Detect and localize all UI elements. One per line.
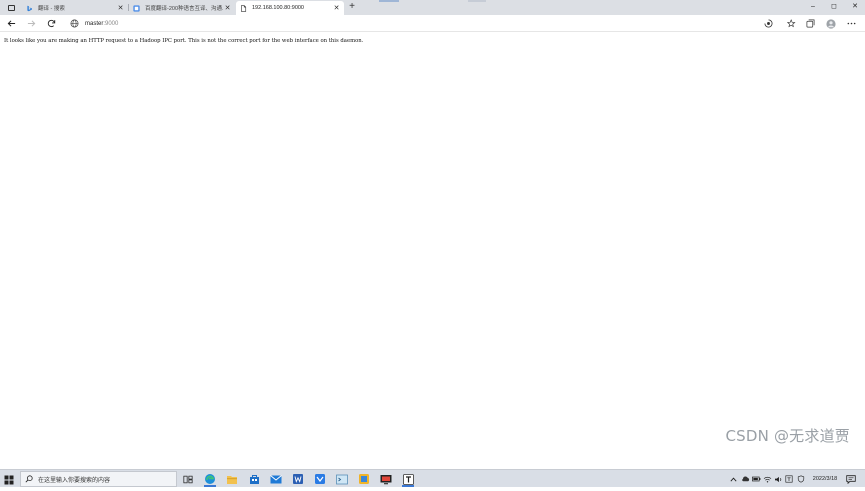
notification-icon (846, 474, 856, 484)
taskbar-mail[interactable] (268, 471, 284, 487)
globe-icon (70, 19, 79, 28)
taskbar-cloud-app[interactable] (356, 471, 372, 487)
taskbar-word[interactable] (290, 471, 306, 487)
tab-baidu-translate[interactable]: 百度翻译-200种语言互译、沟通... ✕ (129, 1, 235, 15)
arrow-left-icon (7, 20, 16, 27)
page-icon (241, 4, 247, 12)
tab-close-icon[interactable]: ✕ (117, 5, 124, 12)
tab-actions-icon (7, 4, 15, 11)
baidu-translate-icon (133, 4, 140, 12)
bing-search-icon (27, 5, 32, 11)
tab-strip-highlight (379, 0, 399, 2)
tray-volume-button[interactable] (773, 472, 783, 486)
tray-security-button[interactable] (796, 472, 806, 486)
ellipsis-icon (847, 22, 856, 25)
url-host: master (85, 20, 104, 27)
windows-logo-icon (4, 475, 14, 485)
hadoop-ipc-message: It looks like you are making an HTTP req… (4, 38, 364, 44)
chevron-up-icon (729, 477, 737, 482)
taskbar-terminal[interactable] (334, 471, 350, 487)
tab-title: 翻译 - 搜索 (38, 6, 65, 12)
edge-icon (205, 474, 215, 484)
screen-app-icon (380, 474, 392, 484)
file-explorer-icon (227, 475, 237, 484)
shield-icon (797, 475, 805, 483)
tab-title: 百度翻译-200种语言互译、沟通... (145, 6, 224, 12)
tab-actions-button[interactable] (4, 2, 18, 13)
reader-icon (764, 19, 773, 28)
wifi-icon (763, 476, 771, 482)
start-button[interactable] (3, 473, 15, 485)
search-placeholder: 在这里输入你要搜索的内容 (38, 477, 111, 484)
profile-button[interactable] (824, 17, 837, 30)
tray-cloud-button[interactable] (740, 472, 750, 486)
taskbar-file-explorer[interactable] (224, 471, 240, 487)
url-port: :9000 (103, 20, 119, 27)
tab-strip: 翻译 - 搜索 ✕ 百度翻译-200种语言互译、沟通... ✕ 192.168.… (0, 0, 865, 15)
search-icon (25, 475, 33, 483)
close-window-button[interactable]: ✕ (846, 1, 864, 13)
app-icon (315, 474, 325, 484)
csdn-watermark: CSDN @无求道贾 (725, 427, 850, 445)
favorites-button[interactable] (785, 17, 798, 30)
arrow-right-icon (27, 20, 36, 27)
store-icon (249, 474, 259, 484)
refresh-icon (47, 19, 56, 28)
terminal-icon (336, 474, 348, 484)
tab-translate-search[interactable]: 翻译 - 搜索 ✕ (22, 1, 128, 15)
cloud-icon (741, 476, 749, 482)
taskbar-screen-app[interactable] (378, 471, 394, 487)
speaker-icon (774, 476, 781, 482)
more-options-button[interactable] (845, 17, 858, 30)
typora-icon (402, 473, 414, 485)
browser-toolbar: master:9000 (0, 15, 865, 32)
tab-strip-highlight (468, 0, 486, 2)
avatar-icon (825, 18, 836, 29)
windows-taskbar: 在这里输入你要搜索的内容 2022/3/18 (0, 469, 865, 487)
input-method-icon (785, 475, 793, 483)
tray-battery-button[interactable] (751, 472, 761, 486)
collections-button[interactable] (804, 17, 817, 30)
taskbar-search-box[interactable]: 在这里输入你要搜索的内容 (20, 471, 177, 487)
taskbar-edge[interactable] (202, 471, 218, 487)
tab-close-icon[interactable]: ✕ (224, 5, 231, 12)
new-tab-button[interactable]: + (346, 1, 358, 14)
tab-title: 192.168.100.80:9000 (252, 5, 304, 11)
collections-icon (806, 19, 815, 28)
address-bar[interactable]: master:9000 (70, 17, 760, 30)
taskbar-clock[interactable]: 2022/3/18 (807, 471, 843, 487)
battery-icon (751, 476, 760, 482)
word-icon (293, 474, 303, 484)
taskbar-app[interactable] (312, 471, 328, 487)
forward-button[interactable] (25, 17, 38, 30)
show-hidden-icons-button[interactable] (728, 472, 738, 486)
back-button[interactable] (5, 17, 18, 30)
task-view-icon (183, 475, 193, 483)
tab-close-icon[interactable]: ✕ (333, 5, 340, 12)
tab-hadoop-port[interactable]: 192.168.100.80:9000 ✕ (236, 1, 344, 15)
tray-network-button[interactable] (762, 472, 772, 486)
task-view-button[interactable] (180, 471, 196, 487)
minimize-button[interactable]: – (804, 1, 822, 13)
tray-ime-button[interactable] (784, 472, 794, 486)
page-content: It looks like you are making an HTTP req… (0, 32, 865, 469)
maximize-button[interactable]: ◻ (825, 1, 843, 13)
cloud-app-icon (359, 474, 369, 484)
taskbar-store[interactable] (246, 471, 262, 487)
taskbar-typora[interactable] (400, 471, 416, 487)
read-aloud-button[interactable] (762, 17, 775, 30)
taskbar-date: 2022/3/18 (812, 475, 838, 482)
notifications-button[interactable] (845, 472, 857, 486)
star-add-icon (786, 19, 796, 28)
mail-icon (270, 474, 282, 483)
refresh-button[interactable] (45, 17, 58, 30)
